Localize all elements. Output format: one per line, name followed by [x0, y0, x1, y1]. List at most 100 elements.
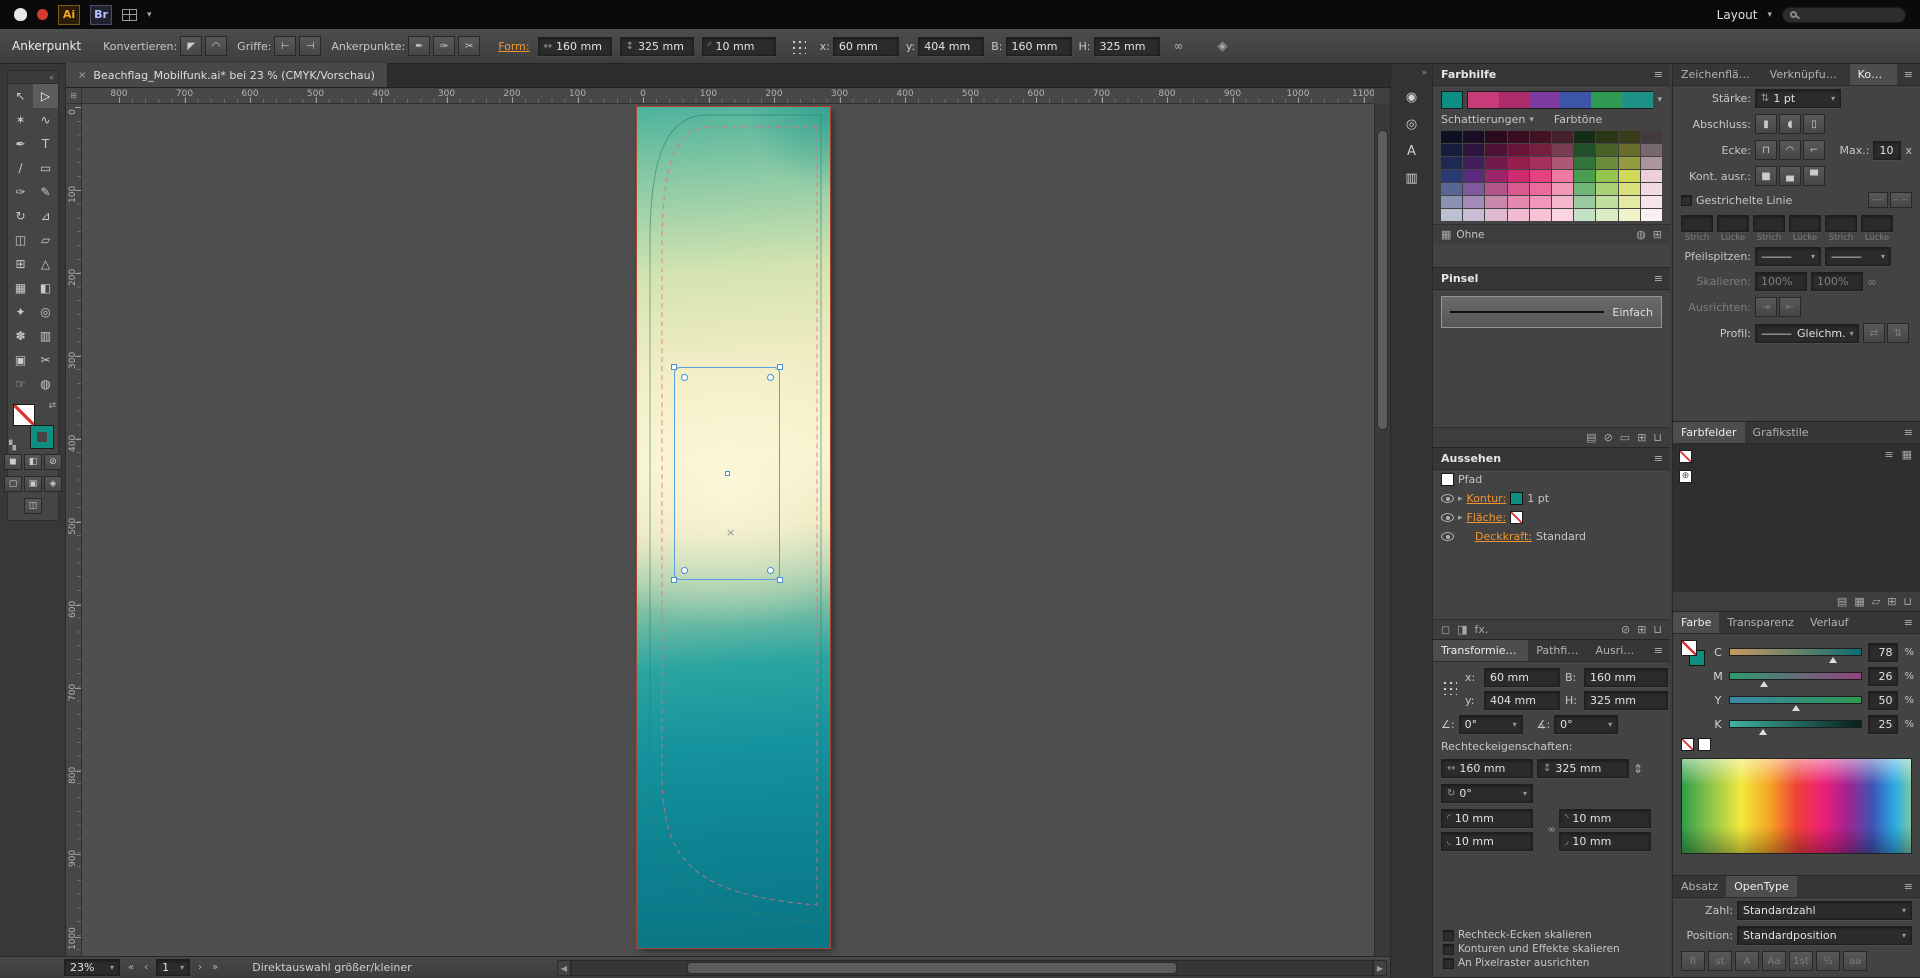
- channel-value-field[interactable]: 26: [1868, 667, 1898, 686]
- color-swatch[interactable]: [1641, 144, 1662, 156]
- last-artboard-icon[interactable]: »: [210, 962, 220, 973]
- rect-angle-field[interactable]: ↻0°▾: [1441, 784, 1533, 803]
- stroke-tab-verknüpfungen[interactable]: Verknüpfungen: [1762, 64, 1850, 85]
- channel-slider[interactable]: [1729, 720, 1862, 728]
- horizontal-scrollbar-track[interactable]: [571, 960, 1373, 976]
- vertical-ruler[interactable]: 01002003004005006007008009001000: [66, 104, 82, 956]
- color-swatch[interactable]: [1530, 157, 1551, 169]
- arrange-documents-icon[interactable]: [122, 9, 137, 21]
- color-swatch[interactable]: [1552, 209, 1573, 221]
- color-swatch[interactable]: [1641, 196, 1662, 208]
- stroke-color-swatch[interactable]: [1510, 492, 1523, 505]
- color-swatch[interactable]: [1463, 196, 1484, 208]
- swatches-tab-farbfelder[interactable]: Farbfelder: [1673, 422, 1745, 443]
- color-swatch[interactable]: [1485, 209, 1506, 221]
- color-swatch[interactable]: [1441, 157, 1462, 169]
- color-swatch[interactable]: [1574, 209, 1595, 221]
- swatches-list[interactable]: ⊕ ≡▦: [1673, 444, 1920, 591]
- color-swatch[interactable]: [1552, 144, 1573, 156]
- color-swatch[interactable]: [1641, 209, 1662, 221]
- next-artboard-icon[interactable]: ›: [196, 962, 204, 973]
- color-swatch[interactable]: [1530, 170, 1551, 182]
- color-spectrum[interactable]: [1681, 758, 1912, 854]
- flip-across-icon[interactable]: ⇅: [1887, 323, 1909, 343]
- remove-brush-stroke-icon[interactable]: ⊘: [1602, 431, 1615, 444]
- appearance-item-row[interactable]: Pfad: [1441, 473, 1662, 486]
- selection-tool[interactable]: ↖: [8, 84, 33, 108]
- save-color-group-icon[interactable]: ⊞: [1651, 228, 1664, 241]
- hide-handles-icon[interactable]: ⊣: [299, 36, 321, 56]
- zoom-level-dropdown[interactable]: 23%▾: [64, 959, 120, 976]
- draw-inside-button[interactable]: ◈: [44, 476, 62, 492]
- none-color-swatch[interactable]: [1681, 738, 1694, 751]
- live-corner-widget[interactable]: [681, 567, 688, 574]
- color-swatch[interactable]: [1530, 196, 1551, 208]
- butt-cap-icon[interactable]: ▮: [1755, 114, 1777, 134]
- rotate-angle-field[interactable]: 0°▾: [1459, 715, 1523, 734]
- width-profile-dropdown[interactable]: ———Gleichm.▾: [1755, 324, 1859, 343]
- fill-row[interactable]: ▸ Fläche:: [1441, 511, 1662, 524]
- color-swatch[interactable]: [1596, 170, 1617, 182]
- height-field[interactable]: 325 mm: [1094, 37, 1160, 56]
- perspective-grid-tool[interactable]: △: [33, 252, 58, 276]
- fill-color-well[interactable]: [13, 404, 35, 426]
- fill-color-swatch[interactable]: [1510, 511, 1523, 524]
- type-tab-absatz[interactable]: Absatz: [1673, 876, 1726, 897]
- info-panel-icon[interactable]: ◎: [1406, 117, 1417, 132]
- panel-menu-icon[interactable]: ≡: [1897, 422, 1920, 443]
- opacity-link[interactable]: Deckkraft:: [1475, 530, 1532, 543]
- color-swatch[interactable]: [1596, 196, 1617, 208]
- channel-slider[interactable]: [1729, 672, 1862, 680]
- delete-item-icon[interactable]: ⊔: [1651, 623, 1664, 636]
- stroke-outside-icon[interactable]: ▀: [1803, 166, 1825, 186]
- blend-tool[interactable]: ◎: [33, 300, 58, 324]
- color-swatch[interactable]: [1619, 131, 1640, 143]
- transform-tab-pathfind[interactable]: Pathfind: [1528, 640, 1587, 661]
- lasso-tool[interactable]: ∿: [33, 108, 58, 132]
- rect-height-field[interactable]: ↕325 mm: [1537, 759, 1629, 778]
- color-tab-farbe[interactable]: Farbe: [1673, 612, 1719, 633]
- miter-join-icon[interactable]: ⊓: [1755, 140, 1777, 160]
- swatch-kinds-icon[interactable]: ▦: [1852, 595, 1866, 608]
- add-effect-icon[interactable]: fx.: [1473, 623, 1491, 636]
- corner-handle[interactable]: [777, 577, 783, 583]
- stroke-weight-field[interactable]: ⇅1 pt▾: [1755, 89, 1841, 108]
- shape-height-field[interactable]: ↕325 mm: [620, 37, 694, 56]
- artboard-number-field[interactable]: 1▾: [156, 959, 190, 976]
- white-color-swatch[interactable]: [1698, 738, 1711, 751]
- collapse-toolbar-icon[interactable]: «: [8, 71, 58, 84]
- color-mode-button[interactable]: ◼: [4, 454, 22, 470]
- gradient-tool[interactable]: ◧: [33, 276, 58, 300]
- rect-width-field[interactable]: ↔160 mm: [1441, 759, 1533, 778]
- scroll-left-icon[interactable]: ◀: [557, 960, 571, 976]
- visibility-eye-icon[interactable]: [1441, 513, 1454, 522]
- horizontal-scrollbar[interactable]: ◀ ▶: [557, 960, 1387, 976]
- panel-menu-icon[interactable]: ≡: [1647, 640, 1670, 661]
- type-tool[interactable]: T: [33, 132, 58, 156]
- panel-menu-icon[interactable]: ≡: [1897, 64, 1920, 85]
- show-handles-icon[interactable]: ⊢: [274, 36, 296, 56]
- color-swatch[interactable]: [1596, 131, 1617, 143]
- horizontal-ruler[interactable]: 8007006005004003002001000100200300400500…: [82, 88, 1374, 104]
- color-swatch[interactable]: [1463, 144, 1484, 156]
- harmony-rules-caret-icon[interactable]: ▾: [1657, 95, 1662, 105]
- projecting-cap-icon[interactable]: ▯: [1803, 114, 1825, 134]
- live-corner-widget[interactable]: [767, 374, 774, 381]
- color-swatch[interactable]: [1619, 209, 1640, 221]
- color-tab-verlauf[interactable]: Verlauf: [1802, 612, 1857, 633]
- dash-value-field[interactable]: [1717, 215, 1749, 232]
- color-swatch[interactable]: [1463, 183, 1484, 195]
- hand-tool[interactable]: ☞: [8, 372, 33, 396]
- vertical-scrollbar[interactable]: [1374, 104, 1390, 956]
- bridge-button[interactable]: Br: [90, 5, 112, 25]
- default-fill-stroke-icon[interactable]: ▚: [7, 441, 18, 451]
- stroke-inside-icon[interactable]: ▄: [1779, 166, 1801, 186]
- color-swatch[interactable]: [1619, 183, 1640, 195]
- vertical-scrollbar-thumb[interactable]: [1377, 130, 1388, 430]
- round-cap-icon[interactable]: ◖: [1779, 114, 1801, 134]
- expand-panels-icon[interactable]: »: [1421, 68, 1432, 78]
- stylistic-alternates-icon[interactable]: aa: [1843, 951, 1867, 971]
- brush-item[interactable]: Einfach: [1441, 296, 1662, 328]
- link-corners-icon[interactable]: ∞: [1547, 825, 1555, 836]
- corner-radius-field[interactable]: ◜10 mm: [702, 37, 776, 56]
